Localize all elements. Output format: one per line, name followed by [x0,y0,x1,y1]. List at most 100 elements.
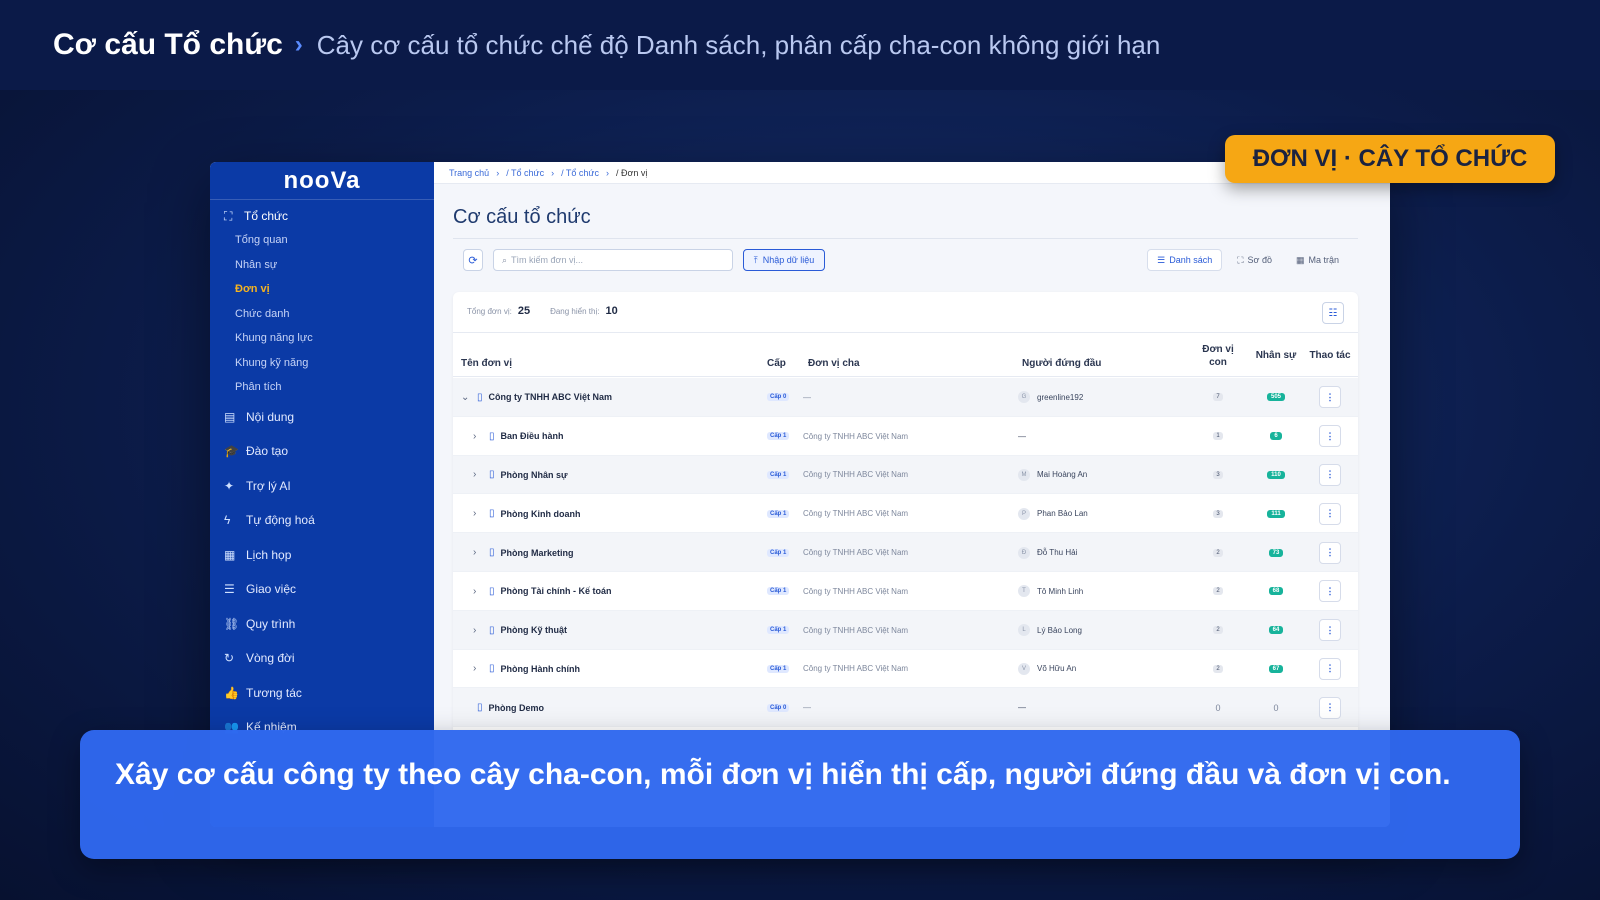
chevron-right-icon[interactable]: › [473,625,483,636]
sidebar-item-label: Tự động hoá [246,513,315,528]
view-tab-label: Sơ đồ [1247,255,1272,265]
thumbs-up-icon: 👍 [224,685,239,700]
breadcrumb-item[interactable]: / Tổ chức [561,168,599,178]
list-icon: ☰ [1157,254,1166,265]
avatar: P [1018,507,1030,520]
table-row[interactable]: › ▯ Phòng Tài chính - Kế toán Cấp 1 Công ty … [453,572,1358,611]
avatar: Đ [1018,546,1030,559]
sidebar-item[interactable]: ▦ Lịch họp [210,538,434,573]
sidebar-subitem[interactable]: Phân tích [210,375,434,400]
head-name: — [1018,431,1026,441]
head-name: Lý Bảo Long [1037,625,1082,635]
staff-count: 110 [1267,470,1285,479]
unit-name[interactable]: Phòng Demo [489,703,545,713]
sidebar-subitem[interactable]: Chức danh [210,302,434,327]
app-window: nooVa ⛶ Tổ chức Tổng quan Nhân sự Đơn vị Ch… [210,162,1390,827]
book-icon: ▤ [224,409,236,424]
staff-count: 0 [1273,702,1279,713]
refresh-button[interactable]: ⟳ [463,249,483,271]
more-vertical-icon: ⋮ [1325,469,1335,480]
column-settings-button[interactable]: ☷ [1322,302,1344,324]
row-actions-button[interactable]: ⋮ [1319,386,1341,409]
table-row[interactable]: › ▯ Ban Điều hành Cấp 1 Công ty TNHH ABC Việ… [453,417,1358,456]
children-count: 7 [1213,393,1223,402]
chevron-right-icon: › [551,167,555,178]
avatar: M [1018,468,1030,481]
shown-label: Đang hiển thị: [550,307,600,316]
row-actions-button[interactable]: ⋮ [1319,541,1341,564]
row-actions-button[interactable]: ⋮ [1319,580,1341,603]
row-actions-button[interactable]: ⋮ [1319,696,1341,719]
unit-name[interactable]: Phòng Kỹ thuật [501,625,568,635]
unit-name[interactable]: Phòng Marketing [501,548,574,558]
building-icon: ▯ [489,547,495,559]
search-placeholder: Tìm kiếm đơn vị... [511,255,583,265]
unit-name[interactable]: Phòng Nhân sự [501,470,568,480]
building-icon: ▯ [477,702,483,714]
view-tab-list[interactable]: ☰ Danh sách [1147,249,1223,271]
unit-name[interactable]: Công ty TNHH ABC Việt Nam [489,392,613,402]
sidebar-subitem[interactable]: Khung kỹ năng [210,351,434,376]
more-vertical-icon: ⋮ [1325,508,1335,519]
chevron-right-icon[interactable]: › [473,469,483,480]
children-count: 0 [1215,702,1221,713]
staff-count: 111 [1267,509,1285,518]
sidebar-subitem[interactable]: Đơn vị [210,277,434,302]
unit-name[interactable]: Phòng Hành chính [501,664,581,674]
breadcrumb-item[interactable]: / Tổ chức [506,168,544,178]
building-icon: ▯ [489,663,495,675]
sidebar-group-label: Tổ chức [244,209,289,223]
chevron-right-icon: › [605,167,609,178]
table-row[interactable]: ▯ Phòng Demo Cấp 0 — — 0 0 ⋮ [453,688,1358,728]
table-row[interactable]: › ▯ Phòng Kỹ thuật Cấp 1 Công ty TNHH ABC Vi… [453,610,1358,650]
staff-count: 67 [1268,664,1284,673]
table-row[interactable]: › ▯ Phòng Hành chính Cấp 1 Công ty TNHH ABC … [453,650,1358,689]
level-badge: Cấp 1 [767,432,790,441]
row-actions-button[interactable]: ⋮ [1319,463,1341,486]
sidebar-item[interactable]: ▤ Nội dung [210,400,434,435]
view-tab-diagram[interactable]: ⛶ Sơ đồ [1228,249,1281,271]
sidebar-item[interactable]: ϟ Tự động hoá [210,503,434,538]
sidebar-subitem[interactable]: Tổng quan [210,228,434,253]
level-badge: Cấp 1 [767,470,790,479]
avatar: G [1018,391,1030,404]
sidebar-item-label: Vòng đời [246,651,295,666]
sidebar-item[interactable]: ↻ Vòng đời [210,641,434,676]
total-label: Tổng đơn vị: [467,307,512,316]
parent-unit: Công ty TNHH ABC Việt Nam [803,586,909,596]
unit-name[interactable]: Phòng Tài chính - Kế toán [501,586,612,596]
breadcrumb-item[interactable]: Trang chủ [449,168,489,178]
chevron-right-icon[interactable]: › [473,431,483,442]
children-count: 2 [1213,626,1223,635]
table-row[interactable]: › ▯ Phòng Marketing Cấp 1 Công ty TNHH ABC V… [453,533,1358,572]
unit-name[interactable]: Phòng Kinh doanh [501,509,581,519]
chevron-right-icon[interactable]: › [473,586,483,597]
sidebar-group-to-chuc[interactable]: ⛶ Tổ chức [210,204,434,228]
import-button[interactable]: ⤒ Nhập dữ liệu [743,249,825,271]
chevron-right-icon[interactable]: › [473,508,483,519]
sparkle-icon: ✦ [224,478,235,493]
row-actions-button[interactable]: ⋮ [1319,657,1341,680]
search-input[interactable]: ⌕ Tìm kiếm đơn vị... [493,249,733,271]
row-actions-button[interactable]: ⋮ [1319,502,1341,525]
unit-name[interactable]: Ban Điều hành [501,431,564,441]
diagram-icon: ⛶ [1237,254,1244,265]
sidebar-item[interactable]: ✦ Trợ lý AI [210,469,434,504]
sidebar-subitem[interactable]: Nhân sự [210,253,434,278]
sidebar-item[interactable]: 🎓 Đào tạo [210,434,434,469]
row-actions-button[interactable]: ⋮ [1319,619,1341,642]
chevron-right-icon[interactable]: › [473,547,483,558]
page-title: Cơ cấu tổ chức [453,206,591,228]
table-row[interactable]: › ▯ Phòng Kinh doanh Cấp 1 Công ty TNHH ABC … [453,494,1358,534]
view-tab-matrix[interactable]: ▦ Ma trận [1287,249,1348,271]
chevron-right-icon[interactable]: › [473,663,483,674]
avatar: T [1018,585,1030,598]
sidebar-item[interactable]: ⛓ Quy trình [210,607,434,642]
row-actions-button[interactable]: ⋮ [1319,425,1341,448]
sidebar-subitem[interactable]: Khung năng lực [210,326,434,351]
chevron-down-icon[interactable]: ⌄ [461,392,471,403]
sidebar-item[interactable]: ☰ Giao việc [210,572,434,607]
table-row[interactable]: ⌄ ▯ Công ty TNHH ABC Việt Nam Cấp 0 — Ggreenl… [453,378,1358,417]
table-row[interactable]: › ▯ Phòng Nhân sự Cấp 1 Công ty TNHH ABC Việ… [453,455,1358,495]
sidebar-item[interactable]: 👍 Tương tác [210,676,434,711]
